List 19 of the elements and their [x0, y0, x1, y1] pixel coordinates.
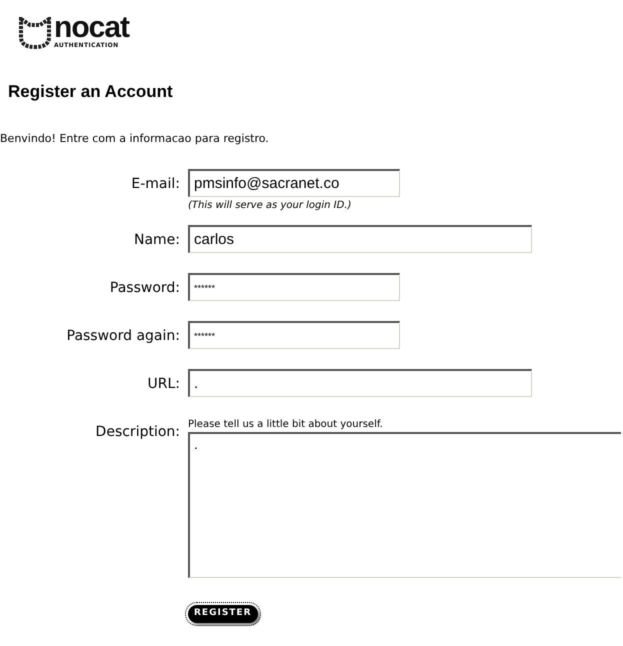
- cat-head-icon: [18, 17, 52, 49]
- register-button[interactable]: REGISTER: [188, 605, 258, 622]
- field-hint: (This will serve as your login ID.): [188, 199, 352, 213]
- input-field[interactable]: .: [188, 369, 532, 397]
- input-field[interactable]: ******: [188, 321, 400, 349]
- description-field[interactable]: .: [188, 432, 621, 578]
- logo-text: nocat: [54, 16, 130, 40]
- field-label: URL:: [146, 375, 180, 394]
- input-field[interactable]: carlos: [188, 225, 532, 253]
- input-field[interactable]: pmsinfo@sacranet.co: [188, 169, 400, 197]
- field-label: Name:: [132, 231, 180, 250]
- intro-text: Benvindo! Entre com a informacao para registro.: [0, 130, 270, 146]
- field-label: Description:: [94, 423, 180, 442]
- field-label: E-mail:: [130, 175, 180, 194]
- input-field[interactable]: ******: [188, 273, 400, 301]
- field-label: Password:: [108, 279, 180, 298]
- field-hint: Please tell us a little bit about yourself.: [188, 418, 384, 432]
- field-label: Password again:: [66, 327, 180, 346]
- page-title: Register an Account: [8, 81, 174, 103]
